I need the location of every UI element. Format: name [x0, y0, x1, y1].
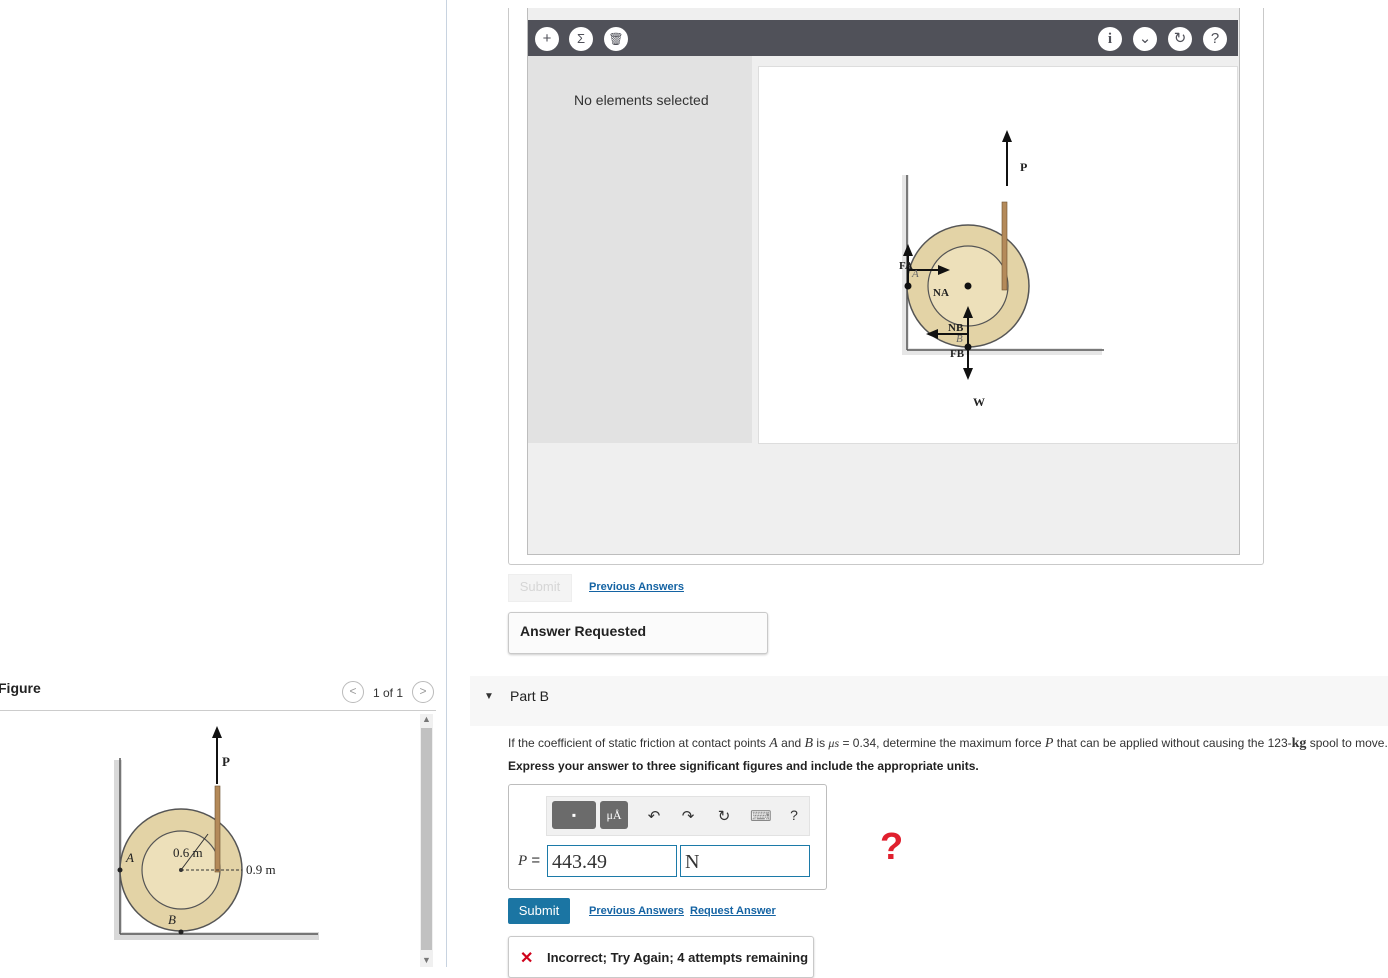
part-b-submit-button[interactable]: Submit: [508, 898, 570, 924]
trash-icon[interactable]: 🗑: [604, 27, 628, 51]
undo-icon[interactable]: ↶: [644, 807, 664, 825]
figure-label-outer-radius: 0.9 m: [246, 862, 276, 877]
question-point-a: A: [769, 736, 778, 751]
units-button[interactable]: μÅ: [600, 801, 628, 829]
figure-title: Figure: [0, 680, 41, 696]
chevron-left-icon: <: [349, 684, 357, 698]
figure-label-inner-radius: 0.6 m: [173, 845, 203, 860]
figure-counter: 1 of 1: [373, 686, 404, 700]
keyboard-icon[interactable]: ⌨: [750, 807, 772, 825]
fbd-label-p: P: [1020, 160, 1028, 174]
sigma-icon[interactable]: Σ: [569, 27, 593, 51]
info-icon[interactable]: i: [1098, 27, 1122, 51]
chevron-right-icon: >: [419, 684, 427, 698]
hint-question-icon: ?: [880, 826, 904, 868]
question-mu: μs: [828, 736, 840, 750]
figure-prev-button[interactable]: <: [342, 681, 364, 703]
plus-icon[interactable]: +: [535, 27, 559, 51]
answer-requested-text: Answer Requested: [520, 623, 647, 639]
question-text: and: [777, 736, 805, 750]
question-text: spool to move.: [1306, 736, 1388, 750]
figure-rule: [0, 710, 436, 711]
fbd-label-fb: FB: [950, 348, 965, 360]
figure-scrollbar-thumb[interactable]: [421, 728, 432, 950]
caret-down-icon[interactable]: ▼: [484, 691, 494, 702]
scroll-down-icon[interactable]: ▼: [420, 955, 433, 965]
question-point-b: B: [804, 736, 814, 751]
question-unit-kg: kg: [1291, 736, 1307, 751]
no-elements-text: No elements selected: [574, 92, 709, 108]
question-text: = 0.34, determine the maximum force: [839, 736, 1045, 750]
panel-divider: [446, 0, 447, 967]
part-b-instruction: Express your answer to three significant…: [508, 759, 979, 773]
fbd-label-w: W: [973, 395, 985, 409]
figure-label-p: P: [222, 754, 230, 769]
question-text: is: [813, 736, 829, 750]
value-input[interactable]: 443.49: [547, 845, 677, 877]
figure-label-a: A: [126, 850, 134, 865]
request-answer-link[interactable]: Request Answer: [690, 905, 776, 917]
figure-label-b: B: [168, 912, 176, 927]
templates-icon: ▪: [571, 808, 577, 822]
part-b-header[interactable]: [470, 676, 1388, 726]
element-list-panel: [528, 56, 752, 443]
scroll-up-icon[interactable]: ▲: [420, 714, 433, 724]
question-text: If the coefficient of static friction at…: [508, 736, 770, 750]
part-b-previous-answers-link[interactable]: Previous Answers: [589, 905, 684, 917]
redo-icon[interactable]: ↷: [678, 807, 698, 825]
unit-input[interactable]: N: [680, 845, 810, 877]
chevron-down-icon[interactable]: ⌄: [1133, 27, 1157, 51]
spool-figure: [114, 726, 319, 940]
fbd-label-na: NA: [933, 287, 949, 299]
part-b-question: If the coefficient of static friction at…: [508, 736, 1388, 752]
fbd-label-fa: FA: [899, 260, 913, 272]
answer-variable-label: P =: [518, 852, 540, 870]
help-icon[interactable]: ?: [1203, 27, 1227, 51]
reset-icon[interactable]: ↻: [714, 807, 734, 825]
feedback-text: Incorrect; Try Again; 4 attempts remaini…: [547, 950, 809, 965]
fbd-label-b: B: [956, 333, 963, 345]
equals-sign: =: [531, 852, 541, 869]
figure-next-button[interactable]: >: [412, 681, 434, 703]
part-b-title[interactable]: Part B: [510, 688, 549, 704]
templates-button[interactable]: ▪: [552, 801, 596, 829]
part-a-previous-answers-link[interactable]: Previous Answers: [589, 581, 684, 593]
fbd-toolbar: [528, 20, 1238, 56]
variable-p: P: [518, 853, 528, 869]
x-icon: ✕: [520, 950, 534, 967]
fbd-label-a: A: [912, 268, 919, 280]
help-icon[interactable]: ?: [784, 807, 804, 823]
units-icon: μÅ: [606, 808, 622, 822]
question-text: that can be applied without causing the …: [1053, 736, 1292, 750]
reset-icon[interactable]: ↻: [1168, 27, 1192, 51]
part-a-submit-button[interactable]: Submit: [508, 574, 572, 602]
